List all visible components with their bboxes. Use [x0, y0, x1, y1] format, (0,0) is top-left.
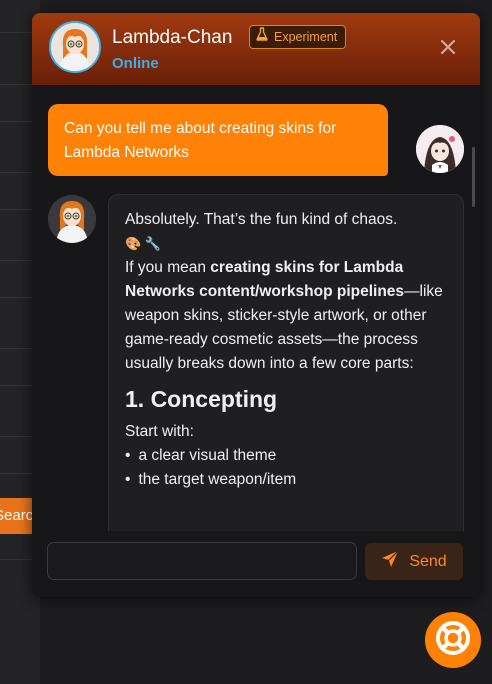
chat-window: Lambda-Chan Online Experiment Can you te… [32, 13, 480, 597]
list-item: a clear visual theme [125, 444, 447, 468]
assistant-message: Absolutely. That’s the fun kind of chaos… [108, 194, 464, 531]
send-label: Send [409, 552, 447, 570]
chat-title: Lambda-Chan [112, 27, 233, 48]
assistant-bullet-list: a clear visual theme the target weapon/i… [125, 444, 447, 492]
scrollbar[interactable] [472, 147, 475, 207]
assistant-emoji: 🎨 🔧 [125, 236, 161, 251]
chat-launcher-button[interactable] [425, 612, 481, 668]
message-list[interactable]: Can you tell me about creating skins for… [32, 85, 480, 531]
assistant-message-avatar [48, 195, 96, 243]
assistant-intro: Absolutely. That’s the fun kind of chaos… [125, 211, 398, 228]
user-avatar [416, 125, 464, 173]
lifebuoy-icon [434, 619, 472, 662]
assistant-paragraph: If you mean creating skins for Lambda Ne… [125, 259, 443, 372]
chat-header: Lambda-Chan Online Experiment [32, 13, 480, 85]
close-icon [440, 35, 456, 60]
send-button[interactable]: Send [365, 543, 463, 580]
close-button[interactable] [437, 37, 459, 59]
badge-label: Experiment [274, 30, 338, 44]
message-input[interactable] [47, 542, 357, 580]
send-icon [381, 550, 399, 573]
assistant-heading: 1. Concepting [125, 386, 278, 412]
list-item: the target weapon/item [125, 468, 447, 492]
assistant-avatar [49, 21, 101, 73]
assistant-subheading: Start with: [125, 423, 194, 440]
flask-icon [256, 25, 268, 49]
status-label: Online [112, 55, 159, 72]
user-message: Can you tell me about creating skins for… [48, 104, 388, 176]
experiment-badge: Experiment [249, 25, 347, 49]
